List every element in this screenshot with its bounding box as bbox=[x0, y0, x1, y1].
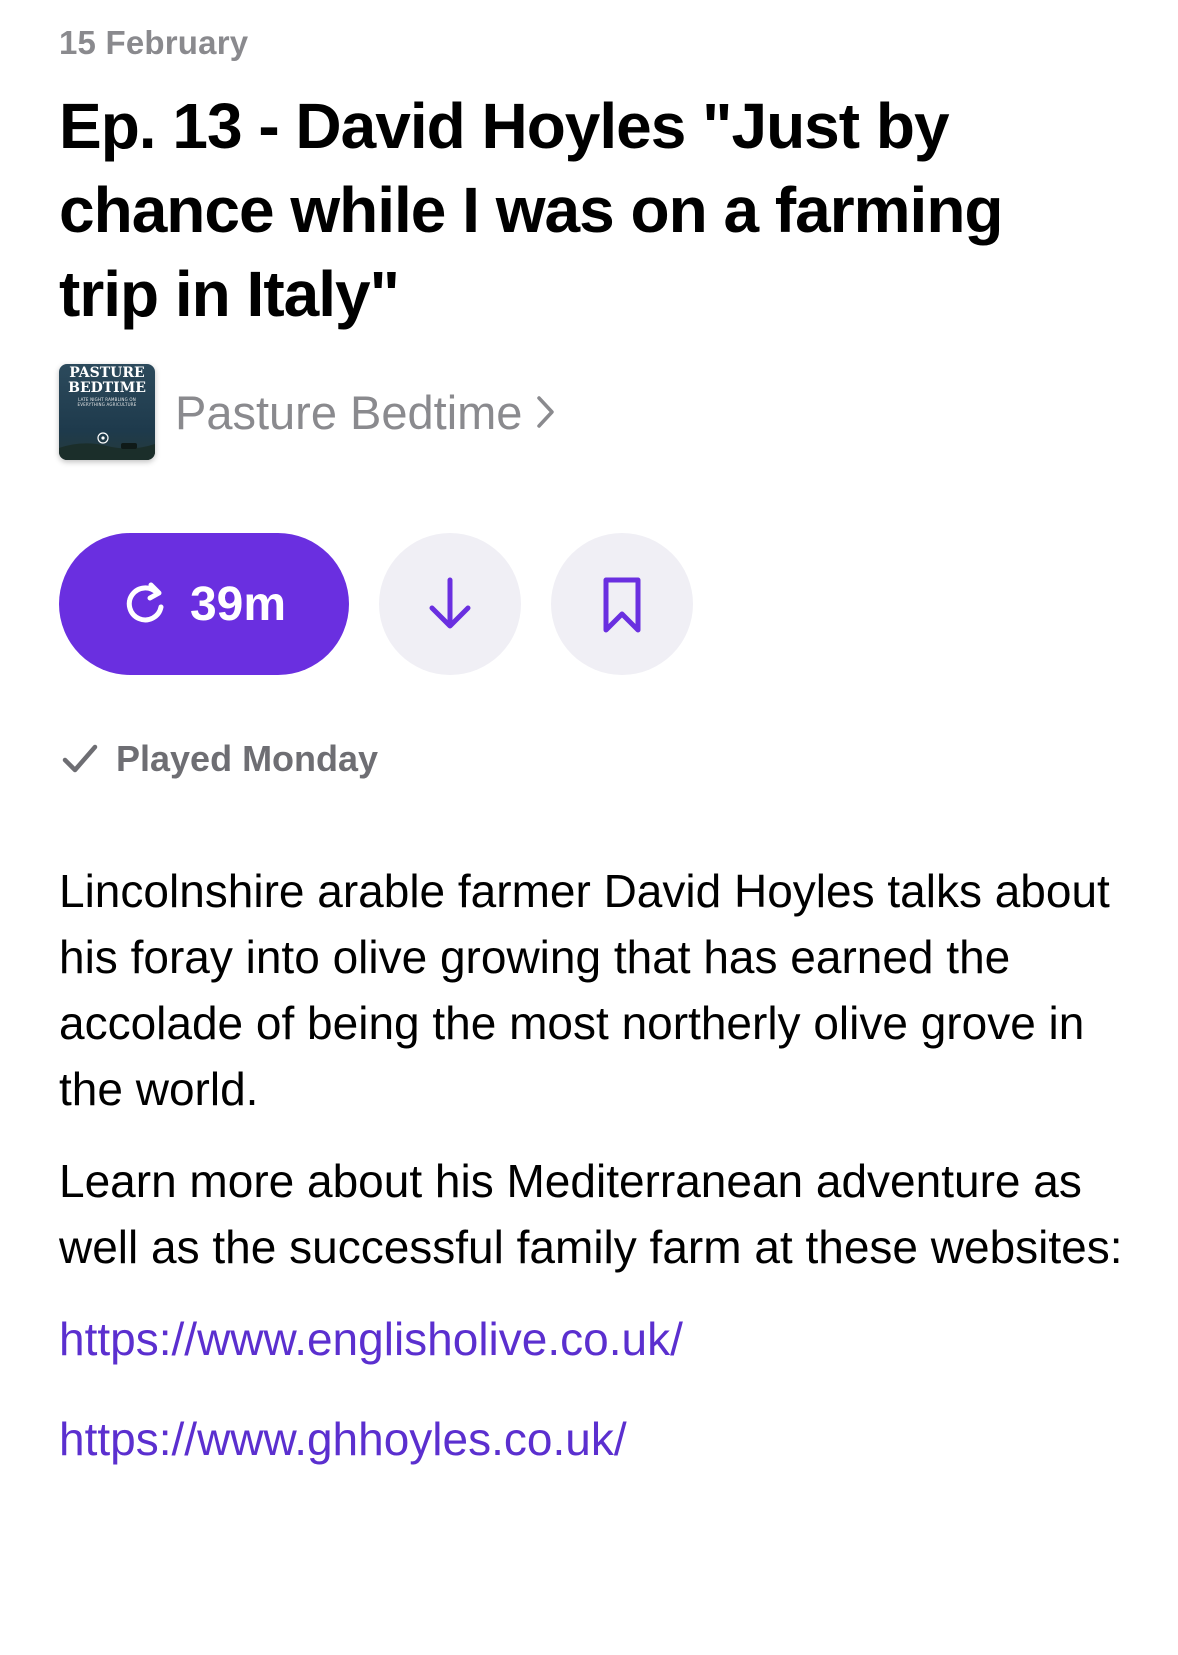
episode-actions: 39m bbox=[59, 533, 723, 675]
episode-date: 15 February bbox=[59, 24, 249, 61]
played-status: Played Monday bbox=[62, 738, 378, 780]
episode-description: Lincolnshire arable farmer David Hoyles … bbox=[59, 858, 1139, 1506]
show-name: Pasture Bedtime bbox=[175, 385, 523, 439]
replay-icon bbox=[126, 582, 164, 623]
artwork-landscape-icon bbox=[59, 432, 155, 460]
website-link-ghhoyles[interactable]: https://www.ghhoyles.co.uk/ bbox=[59, 1406, 1139, 1472]
artwork-title: PASTURE BEDTIME bbox=[68, 365, 146, 396]
save-button[interactable] bbox=[551, 533, 693, 675]
download-arrow-icon bbox=[429, 577, 471, 629]
bookmark-icon bbox=[603, 577, 641, 633]
download-button[interactable] bbox=[379, 533, 521, 675]
chevron-right-icon bbox=[537, 396, 555, 428]
artwork-subtitle: LATE NIGHT RAMBLING ON EVERYTHING AGRICU… bbox=[77, 397, 137, 407]
played-label: Played Monday bbox=[116, 738, 379, 779]
show-link[interactable]: PASTURE BEDTIME LATE NIGHT RAMBLING ON E… bbox=[59, 364, 556, 460]
description-paragraph: Learn more about his Mediterranean adven… bbox=[59, 1155, 1123, 1273]
website-link-englisholive[interactable]: https://www.englisholive.co.uk/ bbox=[59, 1306, 1139, 1372]
play-button[interactable]: 39m bbox=[59, 533, 349, 675]
play-duration: 39m bbox=[189, 577, 287, 631]
podcast-artwork[interactable]: PASTURE BEDTIME LATE NIGHT RAMBLING ON E… bbox=[59, 364, 155, 460]
description-paragraph: Lincolnshire arable farmer David Hoyles … bbox=[59, 865, 1110, 1115]
episode-title: Ep. 13 - David Hoyles "Just by chance wh… bbox=[59, 90, 1004, 330]
episode-page: 15 February Ep. 13 - David Hoyles "Just … bbox=[0, 0, 1178, 1655]
checkmark-icon bbox=[62, 744, 98, 773]
show-name-label[interactable]: Pasture Bedtime bbox=[175, 385, 556, 440]
